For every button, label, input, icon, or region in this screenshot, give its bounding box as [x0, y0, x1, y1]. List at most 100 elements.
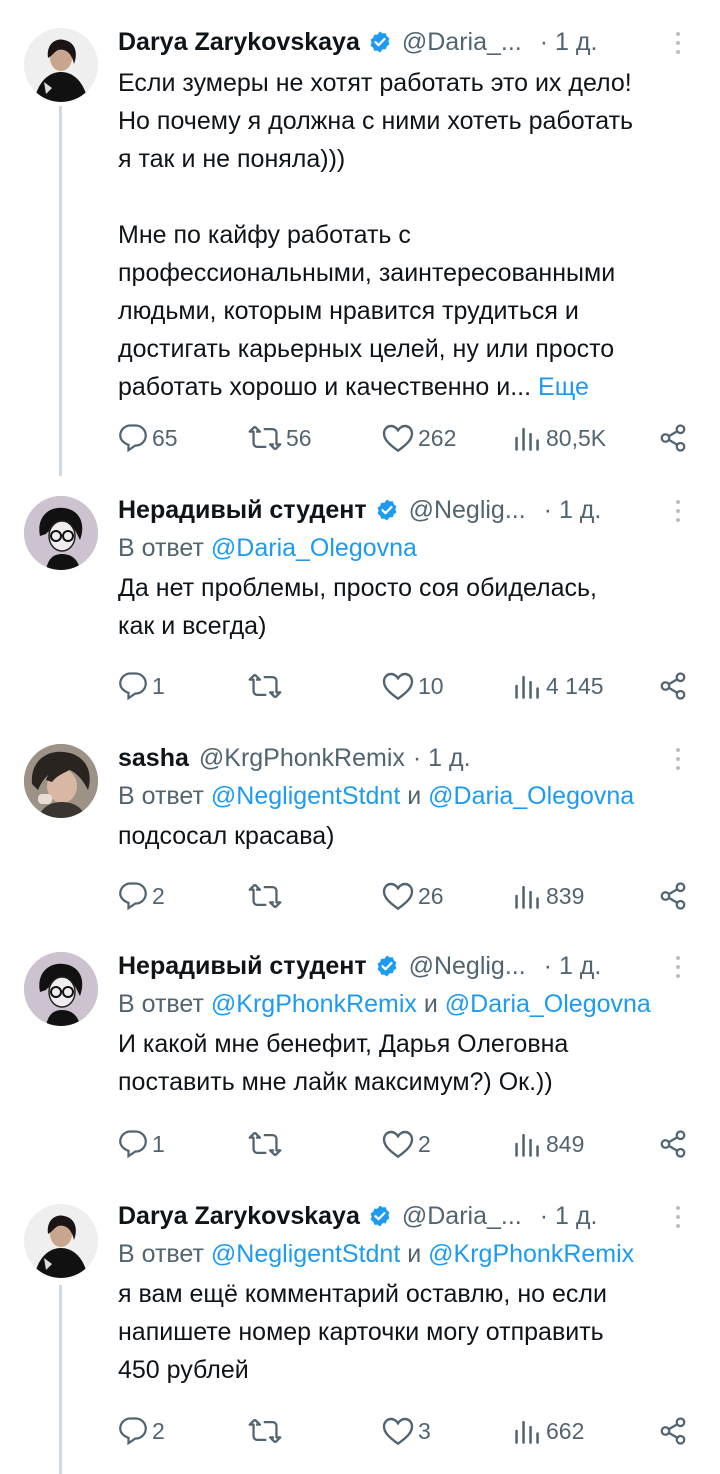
reply-count: 2	[152, 882, 165, 909]
reply-button[interactable]: 1	[118, 1129, 165, 1159]
tweet-text: подсосал красава)	[118, 822, 335, 850]
thread-line	[59, 1285, 62, 1474]
author-name[interactable]: Нерадивый студент	[118, 952, 367, 981]
like-button[interactable]: 262	[382, 423, 456, 453]
share-icon	[660, 672, 686, 700]
reply-count: 65	[152, 424, 178, 451]
verified-badge-icon	[368, 1204, 392, 1228]
author-name[interactable]: Нерадивый студент	[118, 496, 367, 525]
reply-mention[interactable]: @NegligentStdnt	[211, 1240, 400, 1268]
author-handle[interactable]: @Neglig...	[409, 496, 526, 525]
retweet-button[interactable]	[248, 672, 286, 700]
reply-mention[interactable]: @KrgPhonkRemix	[428, 1240, 634, 1268]
reply-mention[interactable]: @Daria_Olegovna	[211, 534, 417, 562]
views-button[interactable]: 80,5K	[514, 424, 606, 452]
views-button[interactable]: 662	[514, 1417, 584, 1445]
author-name[interactable]: sasha	[118, 744, 189, 773]
share-button[interactable]	[658, 671, 688, 701]
timestamp[interactable]: · 1 д.	[544, 952, 602, 981]
share-icon	[660, 1130, 686, 1158]
reply-context: В ответ @KrgPhonkRemix и @Daria_Olegovna	[118, 990, 688, 1019]
share-button[interactable]	[658, 423, 688, 453]
like-button[interactable]: 26	[382, 881, 444, 911]
reply-mention[interactable]: @KrgPhonkRemix	[211, 990, 417, 1018]
reply-context: В ответ @NegligentStdnt и @Daria_Olegovn…	[118, 782, 688, 811]
author-handle[interactable]: @KrgPhonkRemix	[199, 744, 405, 773]
tweet-text: Да нет проблемы, просто соя обиделась, к…	[118, 574, 597, 640]
timestamp[interactable]: · 1 д.	[540, 1202, 598, 1231]
more-options-icon[interactable]	[668, 496, 688, 526]
author-name[interactable]: Darya Zarykovskaya	[118, 1202, 360, 1231]
verified-badge-icon	[375, 954, 399, 978]
reply-mention[interactable]: @NegligentStdnt	[211, 782, 400, 810]
author-handle[interactable]: @Daria_...	[402, 28, 522, 57]
reply-button[interactable]: 65	[118, 423, 178, 453]
author-handle[interactable]: @Daria_...	[402, 1202, 522, 1231]
like-button[interactable]: 2	[382, 1129, 431, 1159]
views-button[interactable]: 4 145	[514, 672, 604, 700]
avatar[interactable]	[24, 744, 98, 818]
verified-badge-icon	[368, 30, 392, 54]
reply-button[interactable]: 2	[118, 881, 165, 911]
reply-count: 1	[152, 1130, 165, 1157]
share-button[interactable]	[658, 1129, 688, 1159]
share-button[interactable]	[658, 881, 688, 911]
avatar[interactable]	[24, 952, 98, 1026]
heart-icon	[382, 424, 414, 453]
share-icon	[660, 424, 686, 452]
like-count: 10	[418, 672, 444, 699]
share-button[interactable]	[658, 1416, 688, 1446]
tweet-text: Если зумеры не хотят работать это их дел…	[118, 69, 634, 401]
heart-icon	[382, 1130, 414, 1159]
reply-icon	[119, 1130, 147, 1159]
reply-mention[interactable]: @Daria_Olegovna	[445, 990, 651, 1018]
views-count: 849	[546, 1130, 585, 1157]
retweet-icon	[248, 1131, 282, 1157]
more-options-icon[interactable]	[668, 744, 688, 774]
reply-button[interactable]: 1	[118, 671, 165, 701]
reply-icon	[119, 882, 147, 911]
reply-button[interactable]: 2	[118, 1416, 165, 1446]
timestamp[interactable]: · 1 д.	[544, 496, 602, 525]
retweet-button[interactable]: 56	[248, 424, 312, 452]
more-options-icon[interactable]	[668, 952, 688, 982]
thread-line	[59, 106, 62, 476]
retweet-button[interactable]	[248, 1417, 286, 1445]
like-count: 262	[418, 424, 457, 451]
views-button[interactable]: 849	[514, 1130, 584, 1158]
views-button[interactable]: 839	[514, 882, 584, 910]
retweet-icon	[248, 425, 282, 451]
more-options-icon[interactable]	[668, 28, 688, 58]
avatar[interactable]	[24, 28, 98, 102]
reply-mention[interactable]: @Daria_Olegovna	[428, 782, 634, 810]
views-icon	[515, 1420, 539, 1444]
timestamp[interactable]: · 1 д.	[540, 28, 598, 57]
tweet-text: я вам ещё комментарий оставлю, но если н…	[118, 1280, 607, 1384]
retweet-icon	[248, 673, 282, 699]
reply-icon	[119, 1417, 147, 1446]
more-options-icon[interactable]	[668, 1202, 688, 1232]
timestamp[interactable]: · 1 д.	[413, 744, 471, 773]
retweet-count: 56	[286, 424, 312, 451]
views-icon	[515, 675, 539, 699]
heart-icon	[382, 1417, 414, 1446]
reply-prefix: В ответ	[118, 1240, 211, 1268]
show-more-link[interactable]: Еще	[538, 373, 589, 401]
reply-and: и	[400, 782, 429, 810]
author-name[interactable]: Darya Zarykovskaya	[118, 28, 360, 57]
views-icon	[515, 427, 539, 451]
reply-and: и	[400, 1240, 429, 1268]
heart-icon	[382, 882, 414, 911]
reply-context: В ответ @Daria_Olegovna	[118, 534, 688, 563]
heart-icon	[382, 672, 414, 701]
share-icon	[660, 882, 686, 910]
avatar[interactable]	[24, 1204, 98, 1278]
tweet-text: И какой мне бенефит, Дарья Олеговна пост…	[118, 1030, 569, 1096]
retweet-button[interactable]	[248, 1130, 286, 1158]
reply-prefix: В ответ	[118, 990, 211, 1018]
author-handle[interactable]: @Neglig...	[409, 952, 526, 981]
avatar[interactable]	[24, 496, 98, 570]
like-button[interactable]: 10	[382, 671, 444, 701]
like-button[interactable]: 3	[382, 1416, 431, 1446]
retweet-button[interactable]	[248, 882, 286, 910]
